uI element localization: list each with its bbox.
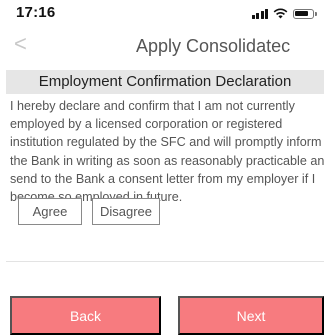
battery-icon bbox=[293, 8, 317, 19]
section-title: Employment Confirmation Declaration bbox=[38, 73, 292, 90]
status-time: 17:16 bbox=[16, 4, 56, 21]
divider bbox=[6, 261, 324, 262]
page-title: Apply Consolidatec bbox=[136, 36, 291, 56]
disagree-button[interactable]: Disagree bbox=[92, 198, 160, 225]
status-icons bbox=[251, 8, 317, 19]
next-button[interactable]: Next bbox=[178, 296, 324, 335]
declaration-line: employed by a licensed corporation or re… bbox=[10, 117, 283, 132]
nav-bar: < Apply Consolidatec bbox=[0, 28, 324, 62]
declaration-line: institution regulated by the SFC and wil… bbox=[10, 135, 322, 150]
status-bar: 17:16 bbox=[0, 0, 324, 28]
signal-icon bbox=[251, 8, 268, 19]
declaration-text: I hereby declare and confirm that I am n… bbox=[10, 97, 324, 206]
apply-screen: 17:16 < Apply Consolidatec Employment Co… bbox=[0, 0, 324, 335]
agree-button[interactable]: Agree bbox=[18, 198, 82, 225]
declaration-line: send to the Bank a consent letter from m… bbox=[10, 171, 316, 186]
declaration-line: the Bank in writing as soon as reasonabl… bbox=[10, 153, 324, 168]
wifi-icon bbox=[273, 8, 288, 19]
declaration-line: I hereby declare and confirm that I am n… bbox=[10, 99, 295, 113]
back-button[interactable]: Back bbox=[10, 296, 161, 335]
chevron-left-icon[interactable]: < bbox=[14, 32, 27, 56]
section-header: Employment Confirmation Declaration bbox=[6, 70, 324, 94]
